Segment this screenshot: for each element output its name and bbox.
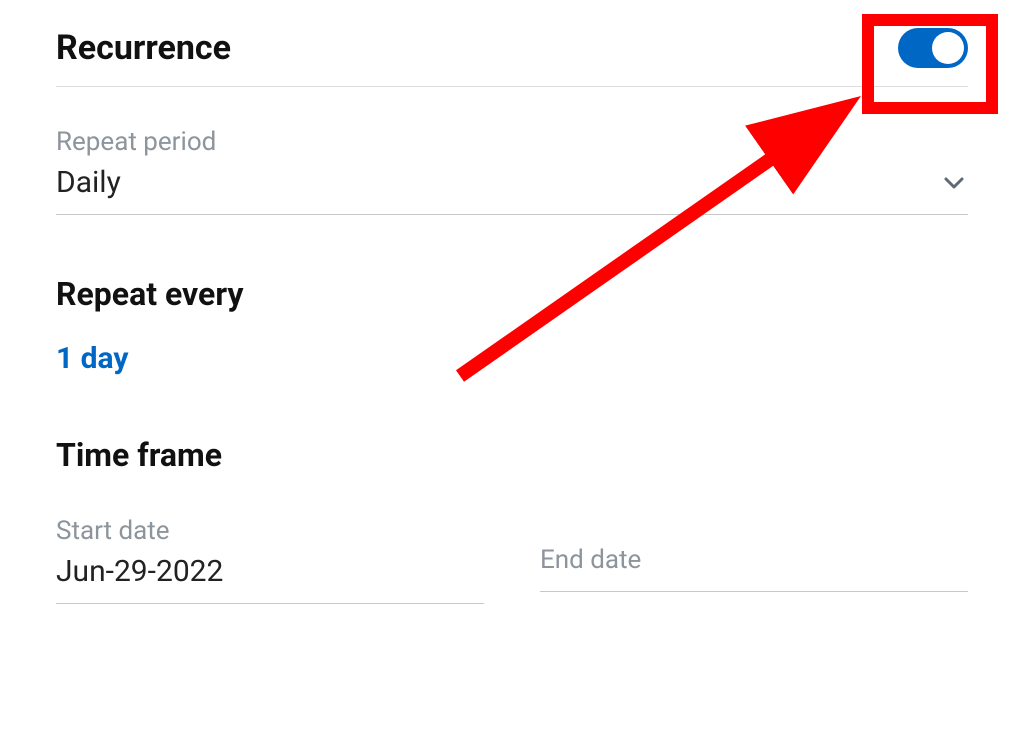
repeat-period-select[interactable]: Daily <box>56 165 968 215</box>
time-frame-heading: Time frame <box>56 436 968 474</box>
repeat-period-value: Daily <box>56 165 121 200</box>
chevron-down-icon <box>940 169 968 197</box>
end-date-input[interactable]: End date <box>540 542 968 592</box>
start-date-label: Start date <box>56 516 484 546</box>
start-date-value: Jun-29-2022 <box>56 554 223 589</box>
repeat-every-value[interactable]: 1 day <box>56 341 129 376</box>
recurrence-toggle[interactable] <box>898 28 968 68</box>
end-date-label: End date <box>540 545 641 575</box>
time-frame-dates: Start date Jun-29-2022 End date <box>56 516 968 604</box>
start-date-field: Start date Jun-29-2022 <box>56 516 484 604</box>
toggle-knob <box>932 32 964 64</box>
repeat-period-field: Repeat period Daily <box>56 127 968 215</box>
end-date-field: End date <box>540 516 968 604</box>
repeat-every-heading: Repeat every <box>56 275 968 313</box>
repeat-period-label: Repeat period <box>56 127 968 157</box>
start-date-input[interactable]: Jun-29-2022 <box>56 554 484 604</box>
recurrence-title: Recurrence <box>56 28 231 68</box>
recurrence-header: Recurrence <box>56 28 968 87</box>
